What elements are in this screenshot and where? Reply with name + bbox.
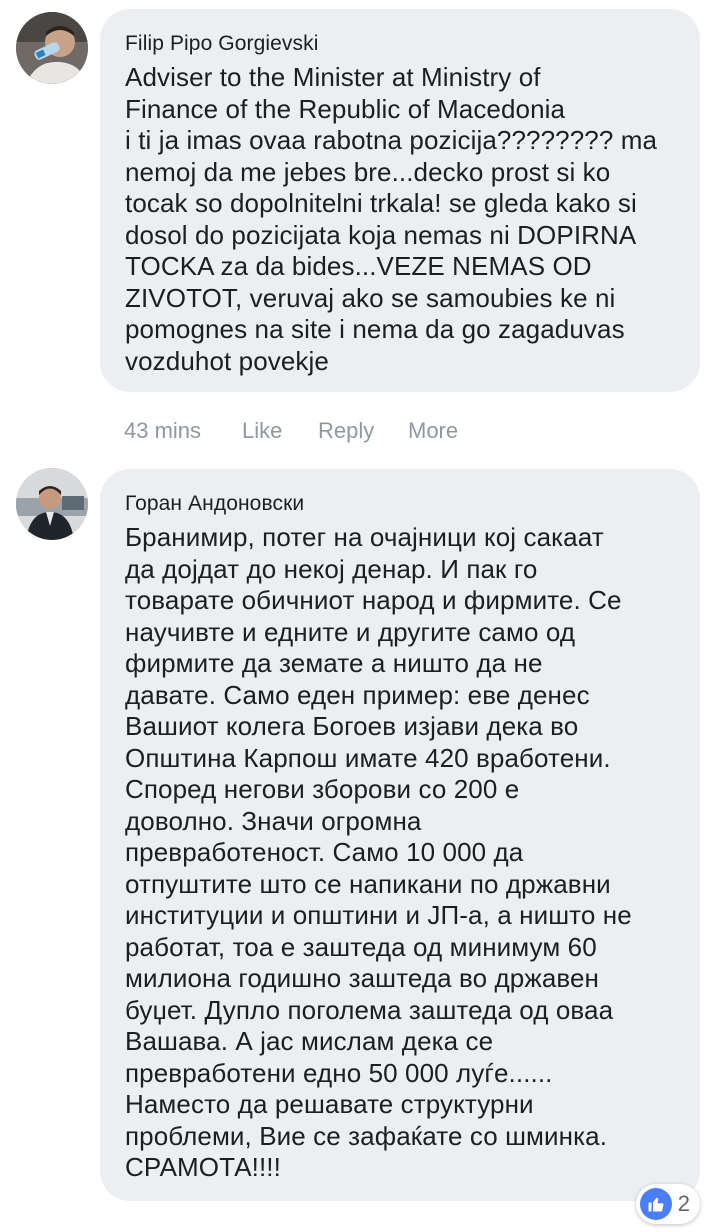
reaction-summary[interactable]: 2	[635, 1184, 700, 1224]
person-drinking-avatar-icon	[16, 12, 88, 84]
comment-author[interactable]: Горан Андоновски	[125, 491, 674, 517]
person-suit-avatar-icon	[16, 468, 88, 540]
avatar[interactable]	[16, 12, 88, 84]
comment-bubble: Горан Андоновски Бранимир, потег на очај…	[100, 469, 700, 1201]
reply-link[interactable]: Reply	[318, 418, 408, 444]
like-link[interactable]: Like	[242, 418, 318, 444]
like-reaction-icon	[639, 1188, 672, 1220]
reaction-count: 2	[677, 1191, 690, 1216]
avatar[interactable]	[16, 468, 88, 540]
comment-text: Adviser to the Minister at Ministry of F…	[125, 62, 658, 376]
comment-text: Бранимир, потег на очајници кој сакаат д…	[125, 522, 632, 1182]
comment-bubble: Filip Pipo Gorgievski Adviser to the Min…	[100, 9, 700, 392]
comment-actions: 43 mins Like Reply More	[124, 418, 458, 444]
comment-author[interactable]: Filip Pipo Gorgievski	[125, 31, 674, 57]
more-link[interactable]: More	[408, 418, 458, 444]
comment-timestamp[interactable]: 43 mins	[124, 418, 242, 444]
